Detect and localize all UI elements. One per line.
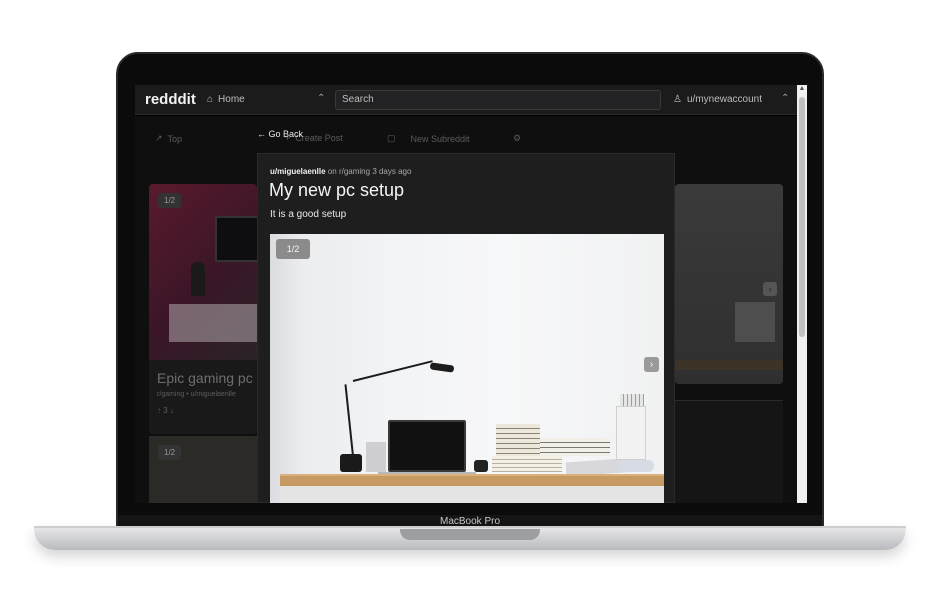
image-counter: 1/2	[158, 193, 182, 208]
image-counter: 1/2	[276, 239, 310, 259]
user-label: u/mynewaccount	[686, 94, 763, 105]
post-meta: u/miguelaenlle on r/gaming 3 days ago	[270, 167, 412, 176]
post-body: It is a good setup	[270, 209, 347, 220]
laptop-shape	[388, 420, 466, 472]
lamp-shape	[352, 360, 433, 382]
scrollbar-thumb[interactable]	[799, 97, 805, 337]
post-card[interactable]: 1/2	[149, 436, 257, 503]
desk-shape	[280, 474, 664, 486]
scroll-up-icon[interactable]: ▲	[798, 85, 806, 95]
monitor-shape	[215, 216, 257, 262]
lamp-shape	[340, 454, 362, 472]
vote-row: ↑ 3 ↓	[157, 406, 174, 415]
home-icon: ⌂	[207, 94, 214, 105]
desk-shape	[169, 304, 257, 342]
downvote-icon[interactable]: ↓	[170, 406, 174, 415]
chevron-up-icon[interactable]: ⌃	[317, 93, 325, 104]
home-label: Home	[218, 94, 245, 105]
books-shape	[492, 456, 562, 472]
lamp-shape	[344, 384, 354, 457]
chat-icon: ▢	[387, 133, 396, 143]
top-navbar: redddit ⌂ Home ⌃ Search ♙ u/mynewaccount…	[135, 85, 797, 115]
nav-new-subreddit[interactable]: ▢ New Subreddit	[387, 133, 470, 144]
settings-icon: ⚙	[513, 133, 522, 143]
figure-shape	[191, 262, 205, 296]
post-card-image	[149, 184, 257, 360]
books-shape	[496, 424, 540, 456]
post-card[interactable]: ›	[675, 184, 783, 384]
home-dropdown[interactable]: ⌂ Home	[207, 94, 245, 105]
post-card[interactable]	[675, 400, 783, 503]
post-subreddit[interactable]: r/gaming	[339, 167, 370, 176]
nav-settings[interactable]: ⚙	[513, 133, 521, 144]
paper-rolls-shape	[618, 460, 654, 472]
post-card-meta: r/gaming • u/miguelaenlle	[157, 391, 236, 398]
books-shape	[735, 302, 775, 342]
post-image: 1/2 ›	[270, 234, 664, 503]
window-shape	[270, 234, 306, 503]
search-input[interactable]: Search	[335, 90, 661, 110]
box-shape	[366, 442, 386, 472]
file-holder-shape	[616, 406, 646, 460]
user-icon: ♙	[673, 94, 682, 105]
books-shape	[540, 438, 610, 456]
post-time: 3 days ago	[372, 167, 412, 176]
chevron-up-icon[interactable]: ⌃	[781, 93, 789, 104]
post-card[interactable]: 1/2 Epic gaming pc r/gaming • u/miguelae…	[149, 184, 257, 434]
nav-top[interactable]: ↗ Top	[155, 133, 182, 144]
app-screen: ↗ Top + Create Post ▢ New Subreddit ⚙ 1/…	[135, 85, 807, 503]
vote-count: 3	[163, 406, 168, 415]
image-counter: 1/2	[158, 445, 182, 460]
post-author[interactable]: u/miguelaenlle	[270, 167, 326, 176]
next-image-button[interactable]: ›	[644, 357, 659, 372]
post-title: My new pc setup	[269, 180, 405, 200]
post-card-title[interactable]: Epic gaming pc	[157, 370, 253, 386]
trending-icon: ↗	[155, 133, 163, 143]
app-logo[interactable]: redddit	[145, 91, 196, 108]
lamp-shape	[429, 362, 455, 373]
user-dropdown[interactable]: ♙ u/mynewaccount	[673, 94, 762, 105]
go-back-button[interactable]: ← Go Back	[257, 129, 303, 139]
gadget-shape	[474, 460, 488, 472]
post-modal: u/miguelaenlle on r/gaming 3 days ago My…	[257, 153, 675, 503]
next-image-button[interactable]: ›	[763, 282, 777, 296]
upvote-icon[interactable]: ↑	[157, 406, 161, 415]
desk-shape	[675, 360, 783, 370]
arrow-left-icon: ←	[257, 129, 266, 139]
laptop-notch	[400, 529, 540, 540]
floor-shape	[280, 486, 664, 503]
page-scrollbar[interactable]: ▲	[797, 85, 807, 503]
